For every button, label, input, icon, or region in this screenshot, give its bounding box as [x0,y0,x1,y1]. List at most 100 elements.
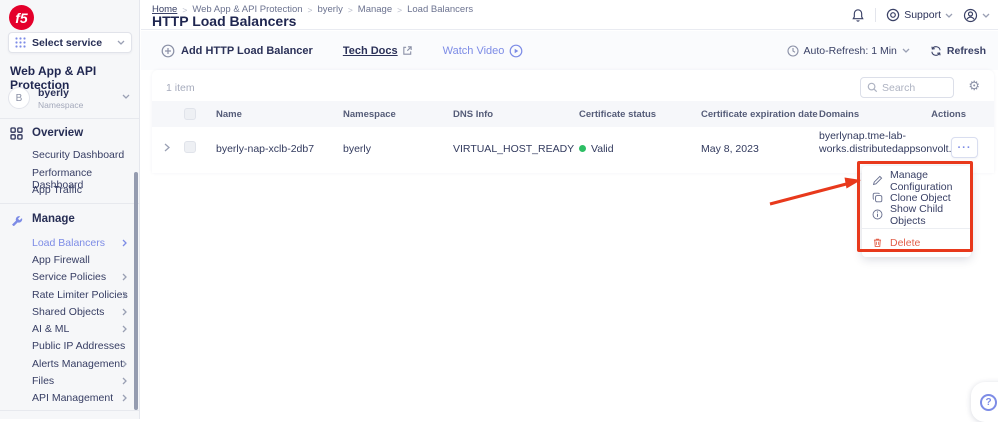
column-header-namespace[interactable]: Namespace [343,109,396,120]
external-link-icon [402,45,413,56]
wrench-icon [10,213,23,226]
table-search[interactable] [860,77,954,98]
help-icon: ? [980,393,997,411]
menu-item-manage-configuration[interactable]: Manage Configuration [862,169,971,193]
sidebar-item-api-management[interactable]: API Management [0,391,139,408]
search-input[interactable] [882,81,946,94]
clock-icon [786,44,799,57]
overview-grid-icon [10,127,23,140]
chevron-right-icon [122,377,127,385]
pencil-icon [872,175,883,186]
sidebar-divider [0,118,139,119]
sidebar-item-shared-objects[interactable]: Shared Objects [0,305,139,322]
account-avatar-icon [963,8,978,23]
account-menu[interactable] [963,8,990,23]
f5-logo[interactable]: f5 [9,5,34,30]
namespace-avatar: B [8,87,30,109]
plus-circle-icon [161,44,175,58]
cell-name[interactable]: byerly-nap-xclb-2db7 [216,143,314,155]
sidebar: f5 Select service Web App & API Protecti… [0,0,140,419]
breadcrumb-item[interactable]: Load Balancers [407,4,473,15]
chevron-right-icon [122,394,127,402]
column-header-dns-info[interactable]: DNS Info [453,109,493,120]
sidebar-item-files[interactable]: Files [0,374,139,391]
chevron-down-icon [902,48,910,53]
row-actions-button[interactable]: ··· [951,137,978,158]
help-widget-button[interactable]: ? [971,382,998,422]
sidebar-item-alerts-management[interactable]: Alerts Management [0,357,139,374]
sidebar-divider [0,410,139,411]
breadcrumb-item[interactable]: Manage [358,4,392,15]
column-header-certificate-status[interactable]: Certificate status [579,109,656,120]
select-all-checkbox[interactable] [184,108,196,120]
toolbar: Add HTTP Load Balancer Tech Docs Watch V… [141,31,998,70]
sidebar-item-rate-limiter-policies[interactable]: Rate Limiter Policies [0,288,139,305]
chevron-right-icon [122,360,127,368]
chevron-down-icon [122,94,130,99]
column-header-domains[interactable]: Domains [819,109,859,120]
sidebar-item-security-dashboard[interactable]: Security Dashboard [0,148,139,165]
chevron-right-icon [122,291,127,299]
menu-divider [862,228,971,229]
clone-icon [872,192,883,203]
auto-refresh-dropdown[interactable]: Auto-Refresh: 1 Min [786,44,910,57]
row-actions-context-menu: Manage Configuration Clone Object Show C… [862,166,971,257]
support-lifebuoy-icon [886,8,900,22]
chevron-right-icon [122,273,127,281]
namespace-name: byerly [38,87,69,99]
cell-certificate-status: Valid [579,143,614,155]
column-header-name[interactable]: Name [216,109,242,120]
add-http-load-balancer-button[interactable]: Add HTTP Load Balancer [161,44,313,58]
column-header-actions: Actions [931,109,966,120]
section-label: Manage [32,213,75,225]
sidebar-item-performance-dashboard[interactable]: Performance Dashboard [0,166,139,191]
row-expand-chevron-icon[interactable] [164,143,170,152]
watch-video-link[interactable]: Watch Video [443,44,524,58]
select-service-dropdown[interactable]: Select service [8,32,132,53]
menu-item-delete[interactable]: Delete [862,234,971,251]
load-balancers-table-card: 1 item ⚙ Name Namespace DNS Info Certifi… [152,70,994,173]
chevron-down-icon [117,40,125,45]
column-header-certificate-expiration-date[interactable]: Certificate expiration date [701,109,818,120]
cell-certificate-expiration-date: May 8, 2023 [701,143,759,155]
namespace-selector[interactable]: B byerly Namespace [0,84,140,116]
sidebar-item-load-balancers[interactable]: Load Balancers [0,236,139,253]
top-header: Home > Web App & API Protection > byerly… [141,0,998,30]
sidebar-divider [0,203,139,204]
select-service-label: Select service [32,36,103,49]
menu-item-show-child-objects[interactable]: Show Child Objects [862,203,971,227]
sidebar-scrollbar[interactable] [134,172,138,410]
sidebar-item-public-ip-addresses[interactable]: Public IP Addresses [0,339,139,356]
chevron-down-icon [982,13,990,18]
search-icon [867,82,878,93]
tech-docs-link[interactable]: Tech Docs [343,45,413,57]
row-checkbox[interactable] [184,141,196,153]
sidebar-item-service-policies[interactable]: Service Policies [0,270,139,287]
header-divider [875,8,877,22]
sidebar-section-overview[interactable]: Overview [0,126,139,144]
sidebar-item-ai-ml[interactable]: AI & ML [0,322,139,339]
sidebar-item-app-traffic[interactable]: App Traffic [0,183,139,200]
refresh-icon [930,45,942,57]
support-label: Support [904,9,941,21]
refresh-button[interactable]: Refresh [930,45,986,57]
page-title: HTTP Load Balancers [152,13,297,29]
chevron-down-icon [945,13,953,18]
namespace-sublabel: Namespace [38,100,84,110]
cell-dns-info: VIRTUAL_HOST_READY [453,143,575,155]
info-circle-icon [872,209,883,220]
trash-icon [872,237,883,248]
chevron-right-icon [122,239,127,247]
status-dot-green [579,145,586,152]
sidebar-item-app-firewall[interactable]: App Firewall [0,253,139,270]
notifications-bell-icon[interactable] [851,8,865,23]
cell-namespace: byerly [343,143,372,155]
sidebar-section-manage[interactable]: Manage [0,212,139,230]
table-settings-gear-icon[interactable]: ⚙ [968,79,980,92]
breadcrumb-item[interactable]: byerly [317,4,342,15]
chevron-right-icon [122,325,127,333]
support-menu[interactable]: Support [886,8,953,22]
section-label: Overview [32,127,84,139]
play-circle-icon [509,44,523,58]
app-grid-icon [15,37,26,48]
